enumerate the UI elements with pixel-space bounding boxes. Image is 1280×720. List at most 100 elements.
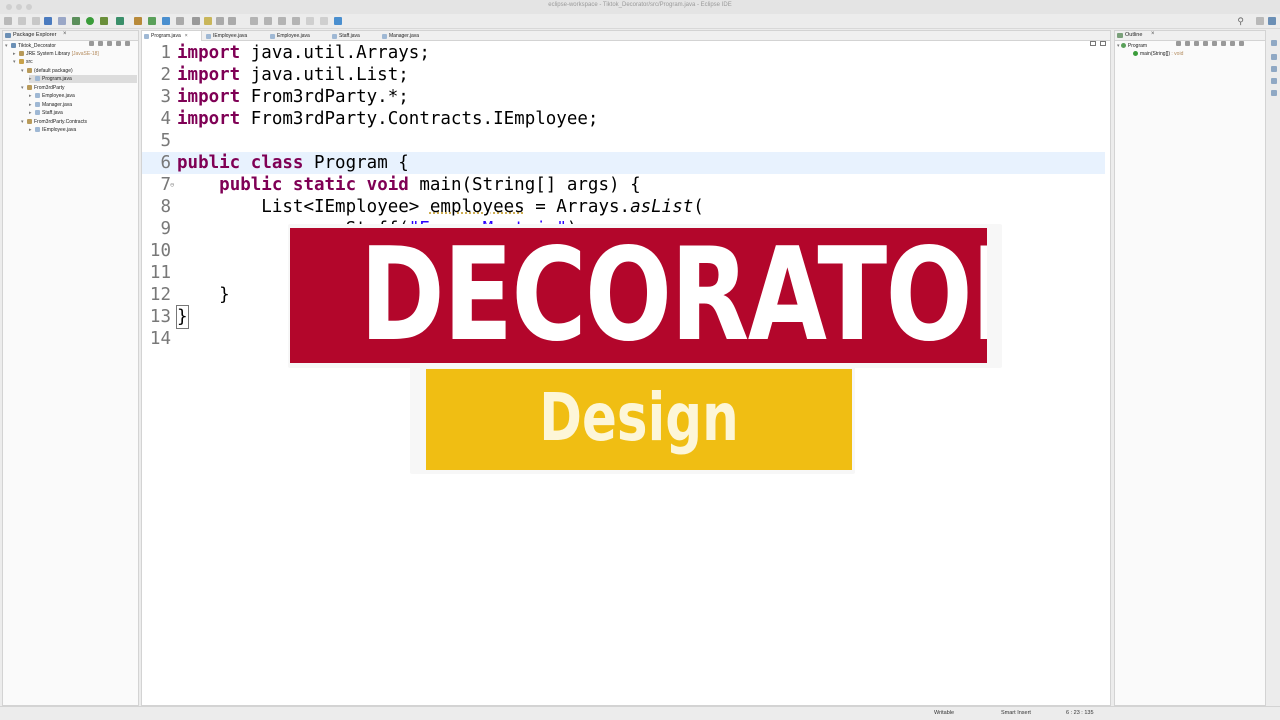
focus-icon[interactable] [1212, 41, 1217, 46]
outline-tab[interactable]: Outline × [1115, 31, 1265, 46]
collapse-all-icon[interactable] [89, 41, 94, 46]
toggle-block-icon[interactable] [216, 17, 224, 25]
tab-manager-java[interactable]: Manager.java [380, 31, 440, 41]
java-file-icon [382, 34, 387, 39]
tree-item-manager-java[interactable]: ▸ Manager.java [29, 101, 72, 109]
code-variable: employees [429, 197, 525, 217]
code-line[interactable]: 5 [142, 130, 1110, 152]
code-line[interactable]: 7 ⊖ public static void main(String[] args… [142, 174, 1110, 196]
perspective-debug-icon[interactable] [1268, 17, 1276, 25]
package-explorer-view: Package Explorer × ▾ Tiktok_Decorator ▸ JR… [2, 30, 139, 706]
tree-item-program-java[interactable]: ▸ Program.java [29, 75, 137, 83]
insert-mode-status[interactable]: Smart Insert [1001, 710, 1031, 716]
code-text: } [177, 285, 230, 305]
tree-item-default-package[interactable]: ▾ (default package) [21, 67, 73, 75]
minimize-icon[interactable] [116, 41, 121, 46]
writable-status: Writable [934, 710, 955, 716]
tree-item-contracts[interactable]: ▾ From3rdParty.Contracts [21, 118, 87, 126]
coverage-icon[interactable] [100, 17, 108, 25]
code-text: = Arrays. [524, 197, 631, 217]
tree-item-label: From3rdParty.Contracts [34, 119, 87, 125]
save-all-icon[interactable] [32, 17, 40, 25]
code-line[interactable]: 3 import From3rdParty.*; [142, 86, 1110, 108]
line-number: 6 [160, 153, 171, 173]
mark-occurrences-icon[interactable] [204, 17, 212, 25]
debug-icon[interactable] [72, 17, 80, 25]
window-title: eclipse-workspace - Tiktok_Decorator/src… [548, 2, 732, 8]
show-whitespace-icon[interactable] [228, 17, 236, 25]
problems-icon[interactable] [1271, 54, 1277, 60]
open-type-icon[interactable] [176, 17, 184, 25]
tab-iemployee-java[interactable]: IEmployee.java [204, 31, 266, 41]
fold-icon[interactable]: ⊖ [170, 174, 174, 196]
console-icon[interactable] [1271, 90, 1277, 96]
package-explorer-tab[interactable]: Package Explorer × [3, 31, 138, 46]
class-icon [1120, 43, 1126, 48]
code-line[interactable]: 8 List<IEmployee> employees = Arrays.asL… [142, 196, 1110, 218]
pin-editor-icon[interactable] [320, 17, 328, 25]
code-method: asList [630, 197, 694, 217]
close-icon[interactable]: × [1151, 31, 1155, 37]
tab-program-java[interactable]: Program.java × [142, 31, 202, 41]
close-icon[interactable]: × [63, 31, 67, 37]
sort-icon[interactable] [1203, 41, 1208, 46]
terminal-icon[interactable] [44, 17, 52, 25]
java-file-icon [35, 110, 40, 115]
link-editor-icon[interactable] [98, 41, 103, 46]
headline-text: DECORATOR [359, 228, 987, 363]
tab-employee-java[interactable]: Employee.java [268, 31, 328, 41]
run-icon[interactable] [86, 17, 94, 25]
tab-staff-java[interactable]: Staff.java [330, 31, 380, 41]
new-class-icon[interactable] [162, 17, 170, 25]
tree-item-label: (default package) [34, 68, 73, 74]
declaration-icon[interactable] [1271, 78, 1277, 84]
javadoc-icon[interactable] [1271, 66, 1277, 72]
package-icon [27, 119, 32, 124]
code-line[interactable]: 1 import java.util.Arrays; [142, 42, 1110, 64]
tree-item-staff-java[interactable]: ▸ Staff.java [29, 109, 63, 117]
back-icon[interactable] [292, 17, 300, 25]
outline-item-method[interactable]: main(String[]) : void [1133, 50, 1183, 58]
save-icon[interactable] [18, 17, 26, 25]
new-package-icon[interactable] [148, 17, 156, 25]
tree-item-iemployee-java[interactable]: ▸ IEmployee.java [29, 126, 76, 134]
code-text: } [176, 305, 189, 329]
search-tool-icon[interactable] [192, 17, 200, 25]
search-icon[interactable]: ⚲ [1237, 16, 1244, 27]
tree-item-src[interactable]: ▾ src [13, 58, 33, 66]
close-icon[interactable]: × [185, 33, 188, 39]
view-menu-icon[interactable] [1221, 41, 1226, 46]
tree-item-project[interactable]: ▾ Tiktok_Decorator [5, 42, 56, 50]
code-line[interactable]: 4 import From3rdParty.Contracts.IEmployee… [142, 108, 1110, 130]
restore-icon[interactable] [1271, 40, 1277, 46]
tab-label: Staff.java [339, 33, 360, 39]
outline-item-class[interactable]: ▾ Program [1117, 42, 1147, 50]
new-icon[interactable] [4, 17, 12, 25]
maximize-icon[interactable] [1239, 41, 1244, 46]
new-java-project-icon[interactable] [134, 17, 142, 25]
skip-breakpoints-icon[interactable] [58, 17, 66, 25]
code-line-current[interactable]: 6 public class Program { [142, 152, 1105, 174]
previous-annotation-icon[interactable] [264, 17, 272, 25]
open-perspective-icon[interactable] [334, 17, 342, 25]
code-keyword: import [177, 87, 241, 107]
hide-static-icon[interactable] [1185, 41, 1190, 46]
external-tools-icon[interactable] [116, 17, 124, 25]
tree-item-label: JRE System Library [26, 51, 71, 57]
next-annotation-icon[interactable] [250, 17, 258, 25]
hide-nonpublic-icon[interactable] [1194, 41, 1199, 46]
last-edit-icon[interactable] [278, 17, 286, 25]
perspective-java-icon[interactable] [1256, 17, 1264, 25]
view-menu-icon[interactable] [107, 41, 112, 46]
forward-icon[interactable] [306, 17, 314, 25]
code-line[interactable]: 2 import java.util.List; [142, 64, 1110, 86]
package-icon [27, 85, 32, 90]
tree-item-jre[interactable]: ▸ JRE System Library [JavaSE-18] [13, 50, 99, 58]
hide-fields-icon[interactable] [1176, 41, 1181, 46]
maximize-icon[interactable] [125, 41, 130, 46]
tree-item-employee-java[interactable]: ▸ Employee.java [29, 92, 75, 100]
minimize-icon[interactable] [1230, 41, 1235, 46]
tree-item-from3rdparty[interactable]: ▾ From3rdParty [21, 84, 65, 92]
